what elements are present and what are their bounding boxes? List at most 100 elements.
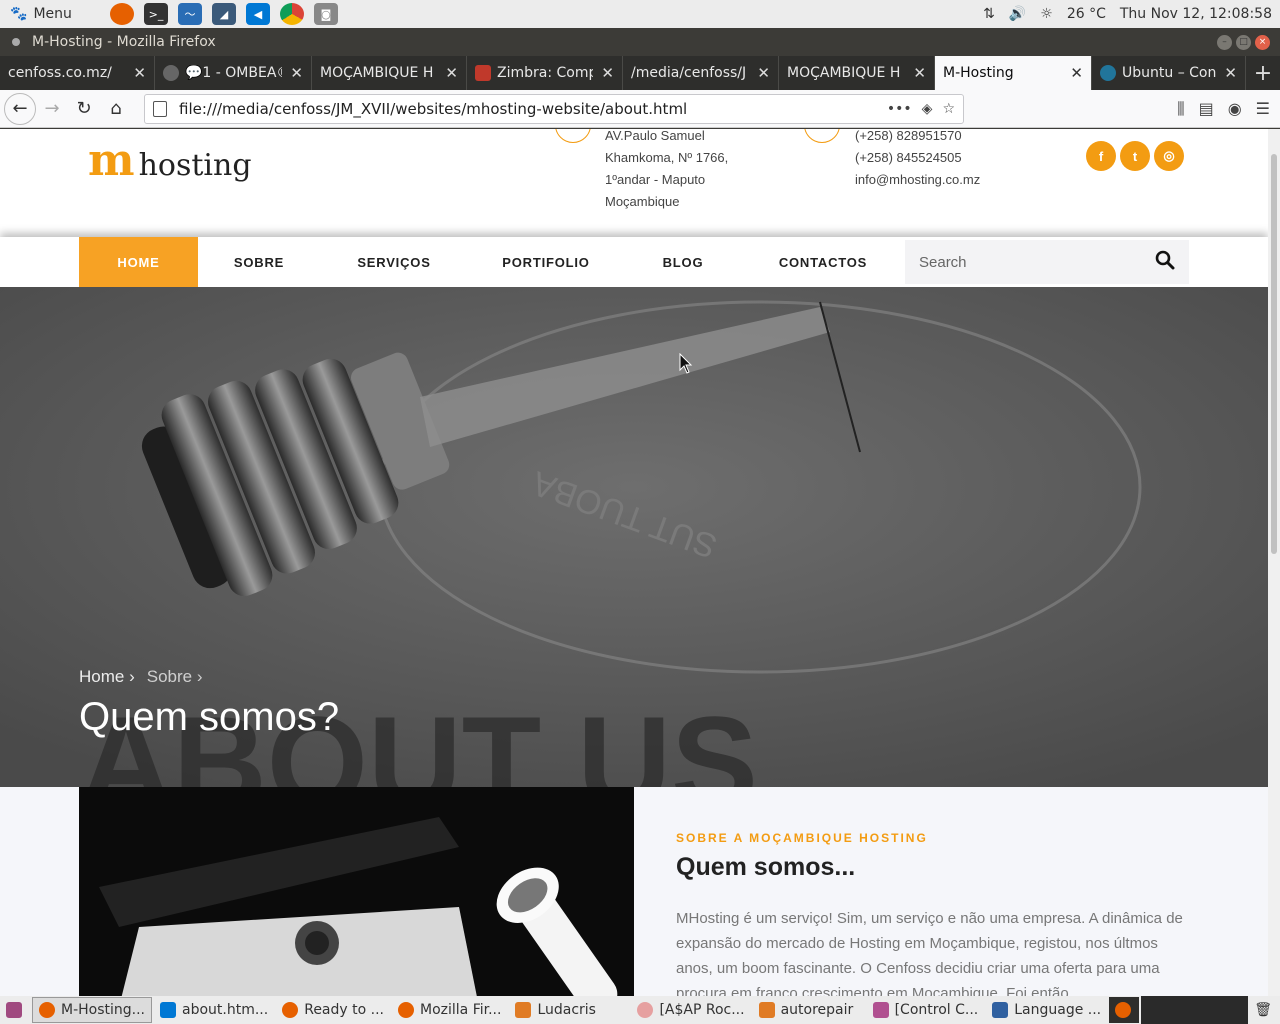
page-actions-icon[interactable]: ••• xyxy=(887,101,912,117)
nav-servicos[interactable]: SERVIÇOS xyxy=(320,237,468,287)
nav-blog[interactable]: BLOG xyxy=(624,237,742,287)
wordpress-favicon-icon xyxy=(1100,65,1116,81)
tab-ubuntu[interactable]: Ubuntu – Conf ✕ xyxy=(1092,56,1246,90)
phone-icon xyxy=(804,129,840,143)
tab-media[interactable]: /media/cenfoss/J ✕ xyxy=(623,56,779,90)
url-text[interactable]: file:///media/cenfoss/JM_XVII/websites/m… xyxy=(179,100,887,118)
bookmark-star-icon[interactable]: ☆ xyxy=(942,101,955,117)
taskbar-item-control[interactable]: [Control C... xyxy=(867,997,985,1023)
taskbar-item-ready[interactable]: Ready to ... xyxy=(276,997,390,1023)
workbench-launcher-icon[interactable]: ◢ xyxy=(212,3,236,25)
back-button[interactable]: ← xyxy=(4,92,36,125)
search-icon[interactable] xyxy=(1155,250,1175,274)
volume-icon[interactable]: 🔊 xyxy=(1009,6,1026,22)
tab-cenfoss[interactable]: cenfoss.co.mz/✕ xyxy=(0,56,155,90)
clock[interactable]: Thu Nov 12, 12:08:58 xyxy=(1120,6,1272,22)
vscode-launcher-icon[interactable]: ◀ xyxy=(246,3,270,25)
zimbra-favicon-icon xyxy=(475,65,491,81)
about-image xyxy=(79,787,634,996)
address-block: AV.Paulo Samuel Khamkoma, Nº 1766, 1ºand… xyxy=(605,129,729,209)
facebook-icon[interactable]: f xyxy=(1086,141,1116,171)
breadcrumb-home[interactable]: Home › xyxy=(79,667,135,687)
sidebar-icon[interactable]: ▤ xyxy=(1199,99,1214,119)
maximize-button[interactable]: □ xyxy=(1236,34,1251,50)
breadcrumb-sobre[interactable]: Sobre › xyxy=(147,667,203,687)
screenshot-launcher-icon[interactable]: ◙ xyxy=(314,3,338,25)
show-desktop-icon[interactable] xyxy=(0,997,30,1023)
instagram-icon[interactable]: ◎ xyxy=(1154,141,1184,171)
contact-block: (+258) 828951570 (+258) 845524505 info@m… xyxy=(855,129,981,187)
language-icon xyxy=(992,1002,1009,1018)
tab-close-icon[interactable]: ✕ xyxy=(1070,64,1083,82)
new-tab-button[interactable]: + xyxy=(1246,56,1280,90)
about-section: SOBRE A MOÇAMBIQUE HOSTING Quem somos...… xyxy=(0,787,1268,996)
weather-icon[interactable]: ☼ xyxy=(1040,6,1053,22)
url-bar[interactable]: file:///media/cenfoss/JM_XVII/websites/m… xyxy=(144,93,964,124)
network-icon[interactable]: ⇅ xyxy=(983,6,995,22)
paw-icon: 🐾 xyxy=(10,6,28,22)
tab-mocambique-2[interactable]: MOÇAMBIQUE H ✕ xyxy=(779,56,935,90)
nav-sobre[interactable]: SOBRE xyxy=(198,237,320,287)
taskbar-item-mozilla[interactable]: Mozilla Fir... xyxy=(392,997,507,1023)
firefox-icon xyxy=(398,1002,414,1018)
os-taskbar: M-Hosting... about.htm... Ready to ... M… xyxy=(0,996,1280,1024)
twitter-icon[interactable]: t xyxy=(1120,141,1150,171)
site-header: m hosting AV.Paulo Samuel Khamkoma, Nº 1… xyxy=(0,129,1268,237)
pocket-icon[interactable]: ◈ xyxy=(922,101,933,117)
tab-close-icon[interactable]: ✕ xyxy=(913,64,926,82)
account-icon[interactable]: ◉ xyxy=(1228,99,1242,119)
tab-ombea[interactable]: 💬1 - OMBEA® ✕ xyxy=(155,56,312,90)
taskbar-item-firefox[interactable] xyxy=(1109,997,1140,1023)
firefox-icon xyxy=(637,1002,654,1018)
taskbar-item-ludacris[interactable]: Ludacris xyxy=(509,997,629,1023)
forward-button[interactable]: → xyxy=(36,93,68,125)
tab-close-icon[interactable]: ✕ xyxy=(757,64,770,82)
hamburger-menu-icon[interactable]: ☰ xyxy=(1256,99,1270,119)
window-title: M-Hosting - Mozilla Firefox xyxy=(32,34,216,50)
tab-mocambique-1[interactable]: MOÇAMBIQUE H ✕ xyxy=(312,56,467,90)
taskbar-item-language[interactable]: Language ... xyxy=(986,997,1107,1023)
taskbar-item-asap[interactable]: [A$AP Roc... xyxy=(631,997,750,1023)
about-paragraph: MHosting é um serviço! Sim, um serviço e… xyxy=(676,910,1183,996)
close-window-button[interactable]: × xyxy=(1255,34,1270,50)
os-top-panel: 🐾 Menu >_ 〜 ◢ ◀ ◙ ⇅ 🔊 ☼ 26 °C Thu Nov 12… xyxy=(0,0,1280,28)
tab-close-icon[interactable]: ✕ xyxy=(445,64,458,82)
taskbar-item-mhosting[interactable]: M-Hosting... xyxy=(32,997,153,1023)
logo-m: m xyxy=(88,135,135,186)
trash-icon[interactable]: 🗑 xyxy=(1248,997,1278,1023)
ombea-favicon-icon xyxy=(163,65,179,81)
nav-portifolio[interactable]: PORTIFOLIO xyxy=(468,237,624,287)
folder-icon xyxy=(758,1002,775,1018)
tab-close-icon[interactable]: ✕ xyxy=(601,64,614,82)
os-menu-button[interactable]: 🐾 Menu xyxy=(0,6,100,22)
chrome-launcher-icon[interactable] xyxy=(280,3,304,25)
scrollbar-thumb[interactable] xyxy=(1271,154,1277,554)
window-dot-icon xyxy=(12,38,20,46)
location-icon xyxy=(555,129,591,143)
mouse-cursor-icon xyxy=(679,353,693,374)
logo-text: hosting xyxy=(138,148,252,183)
taskbar-item-autorepair[interactable]: autorepair xyxy=(753,997,865,1023)
library-icon[interactable]: ⫼ xyxy=(1177,99,1184,119)
firefox-launcher-icon[interactable] xyxy=(110,3,134,25)
tab-close-icon[interactable]: ✕ xyxy=(133,64,146,82)
page-scrollbar[interactable] xyxy=(1268,129,1280,996)
monitor-launcher-icon[interactable]: 〜 xyxy=(178,3,202,25)
reload-button[interactable]: ↻ xyxy=(68,93,100,125)
search-input[interactable]: Search xyxy=(905,240,1189,284)
nav-contactos[interactable]: CONTACTOS xyxy=(742,237,904,287)
nav-home[interactable]: HOME xyxy=(79,237,198,287)
tab-m-hosting[interactable]: M-Hosting ✕ xyxy=(935,56,1092,90)
tab-close-icon[interactable]: ✕ xyxy=(290,64,303,82)
minimize-button[interactable]: – xyxy=(1217,34,1232,50)
tab-close-icon[interactable]: ✕ xyxy=(1224,64,1237,82)
terminal-launcher-icon[interactable]: >_ xyxy=(144,3,168,25)
tab-zimbra[interactable]: Zimbra: Comp ✕ xyxy=(467,56,623,90)
os-menu-label: Menu xyxy=(33,6,72,22)
taskbar-item-about[interactable]: about.htm... xyxy=(154,997,274,1023)
site-logo[interactable]: m hosting xyxy=(88,139,252,183)
search-placeholder: Search xyxy=(919,253,967,271)
main-navigation: HOME SOBRE SERVIÇOS PORTIFOLIO BLOG CONT… xyxy=(0,237,1268,287)
home-button[interactable]: ⌂ xyxy=(100,93,132,125)
about-kicker: SOBRE A MOÇAMBIQUE HOSTING xyxy=(676,831,928,845)
